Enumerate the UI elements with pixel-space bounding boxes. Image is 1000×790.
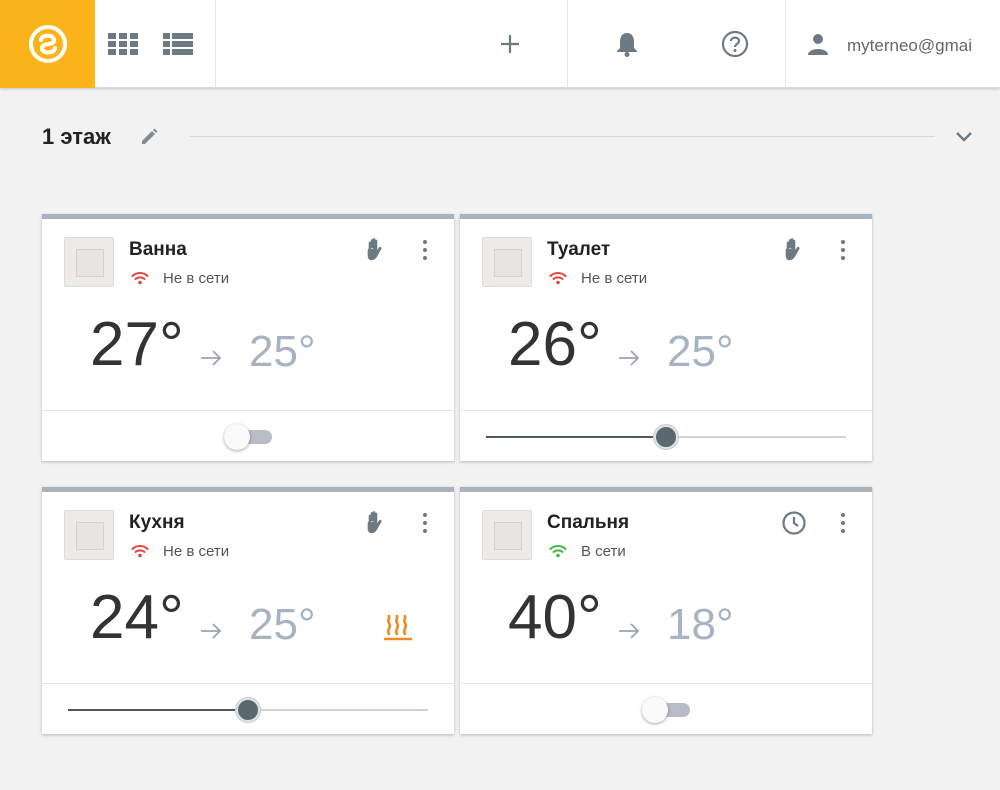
device-thumbnail bbox=[64, 510, 114, 560]
arrow-right-icon bbox=[619, 623, 640, 639]
toggle-knob[interactable] bbox=[224, 424, 250, 450]
card-divider bbox=[42, 683, 454, 684]
slider-thumb[interactable] bbox=[236, 698, 260, 722]
wifi-icon bbox=[549, 272, 567, 285]
help-button[interactable] bbox=[719, 28, 751, 60]
floor-title: 1 этаж bbox=[42, 124, 111, 149]
connection-status: Не в сети bbox=[581, 270, 648, 287]
list-view-icon bbox=[163, 33, 193, 55]
toggle-knob[interactable] bbox=[642, 697, 668, 723]
current-temperature: 26° bbox=[508, 310, 602, 379]
temperature-slider[interactable] bbox=[486, 422, 846, 452]
floor-divider bbox=[190, 136, 935, 137]
logo-icon bbox=[28, 25, 67, 63]
logo[interactable] bbox=[0, 0, 95, 88]
wifi-icon bbox=[549, 545, 567, 558]
grid-view-button[interactable] bbox=[107, 28, 139, 60]
device-thumbnail bbox=[482, 237, 532, 287]
target-temperature[interactable]: 18° bbox=[667, 600, 734, 650]
more-menu-icon[interactable] bbox=[838, 510, 848, 536]
clock-icon[interactable] bbox=[781, 510, 807, 536]
card-divider bbox=[460, 410, 872, 411]
device-name[interactable]: Туалет bbox=[547, 239, 610, 261]
connection-status: Не в сети bbox=[163, 543, 230, 560]
chevron-down-icon[interactable] bbox=[952, 124, 976, 148]
device-card[interactable]: Ванна Не в сети 27° 25° bbox=[42, 214, 454, 461]
more-menu-icon[interactable] bbox=[420, 237, 430, 263]
wifi-icon bbox=[131, 272, 149, 285]
more-menu-icon[interactable] bbox=[420, 510, 430, 536]
device-name[interactable]: Ванна bbox=[129, 239, 187, 261]
arrow-right-icon bbox=[201, 350, 222, 366]
heating-icon bbox=[384, 614, 412, 641]
device-card[interactable]: Спальня В сети 40° 18° bbox=[460, 487, 872, 734]
list-view-button[interactable] bbox=[162, 28, 194, 60]
target-temperature[interactable]: 25° bbox=[249, 327, 316, 377]
target-temperature[interactable]: 25° bbox=[249, 600, 316, 650]
help-icon bbox=[721, 30, 749, 58]
temperature-slider[interactable] bbox=[68, 695, 428, 725]
current-temperature: 27° bbox=[90, 310, 184, 379]
device-card[interactable]: Кухня Не в сети 24° 25° bbox=[42, 487, 454, 734]
device-name[interactable]: Кухня bbox=[129, 512, 185, 534]
top-bar: myterneo@gmai bbox=[0, 0, 1000, 88]
slider-thumb[interactable] bbox=[654, 425, 678, 449]
plus-icon bbox=[501, 35, 519, 53]
hand-icon[interactable] bbox=[781, 237, 807, 263]
device-thumbnail bbox=[64, 237, 114, 287]
connection-status: В сети bbox=[581, 543, 626, 560]
divider bbox=[215, 0, 216, 88]
arrow-right-icon bbox=[201, 623, 222, 639]
divider bbox=[785, 0, 786, 88]
divider bbox=[567, 0, 568, 88]
bell-icon bbox=[617, 33, 637, 57]
current-temperature: 24° bbox=[90, 583, 184, 652]
target-temperature[interactable]: 25° bbox=[667, 327, 734, 377]
hand-icon[interactable] bbox=[363, 237, 389, 263]
card-divider bbox=[42, 410, 454, 411]
more-menu-icon[interactable] bbox=[838, 237, 848, 263]
pencil-icon[interactable] bbox=[139, 127, 159, 147]
power-toggle[interactable] bbox=[642, 697, 690, 723]
current-temperature: 40° bbox=[508, 583, 602, 652]
add-device-button[interactable] bbox=[494, 28, 526, 60]
connection-status: Не в сети bbox=[163, 270, 230, 287]
device-name[interactable]: Спальня bbox=[547, 512, 629, 534]
power-toggle[interactable] bbox=[224, 424, 272, 450]
user-email[interactable]: myterneo@gmai bbox=[847, 36, 972, 56]
slider-fill bbox=[486, 436, 666, 438]
user-icon bbox=[808, 34, 828, 55]
device-card[interactable]: Туалет Не в сети 26° 25° bbox=[460, 214, 872, 461]
device-thumbnail bbox=[482, 510, 532, 560]
hand-icon[interactable] bbox=[363, 510, 389, 536]
wifi-icon bbox=[131, 545, 149, 558]
grid-view-icon bbox=[108, 33, 138, 55]
notifications-button[interactable] bbox=[611, 28, 643, 60]
card-divider bbox=[460, 683, 872, 684]
slider-fill bbox=[68, 709, 248, 711]
user-avatar[interactable] bbox=[802, 28, 834, 60]
arrow-right-icon bbox=[619, 350, 640, 366]
